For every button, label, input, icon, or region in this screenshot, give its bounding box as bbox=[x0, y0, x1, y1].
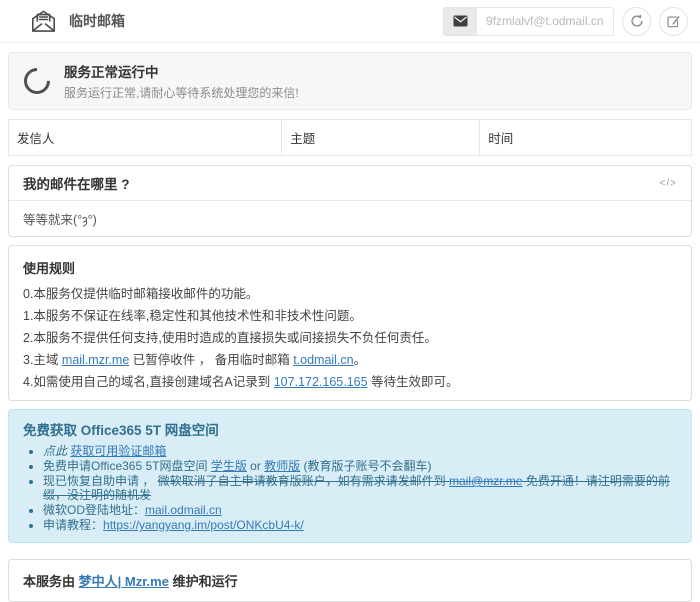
spinner-icon bbox=[19, 63, 56, 100]
inline-text: 申请教程： bbox=[43, 518, 103, 532]
refresh-button[interactable] bbox=[622, 7, 651, 36]
inline-link[interactable]: 学生版 bbox=[211, 459, 247, 473]
rule-item: 0.本服务仅提供临时邮箱接收邮件的功能。 bbox=[23, 287, 677, 302]
inline-text: 本服务由 bbox=[23, 574, 79, 589]
rule-item: 1.本服务不保证在线率,稳定性和其他技术性和非技术性问题。 bbox=[23, 309, 677, 324]
service-status-panel: 服务正常运行中 服务运行正常,请耐心等待系统处理您的来信! bbox=[8, 52, 692, 110]
where-is-my-mail-panel: 我的邮件在哪里 ? </> 等等就来(°ȝ°) bbox=[8, 165, 692, 237]
main-content: 服务正常运行中 服务运行正常,请耐心等待系统处理您的来信! 发信人 主题 时间 … bbox=[0, 43, 700, 602]
inline-text: 。 bbox=[354, 353, 367, 367]
code-icon[interactable]: </> bbox=[660, 178, 677, 189]
status-subtitle: 服务运行正常,请耐心等待系统处理您的来信! bbox=[64, 84, 299, 101]
open-envelope-icon bbox=[30, 8, 57, 35]
column-subject: 主题 bbox=[282, 120, 480, 156]
rules-title: 使用规则 bbox=[23, 258, 677, 277]
promo-item: 微软OD登陆地址：mail.odmail.cn bbox=[43, 503, 677, 517]
edit-icon bbox=[667, 14, 681, 28]
inline-link[interactable]: mail@mzr.me bbox=[449, 474, 523, 488]
inline-link[interactable]: 教师版 bbox=[264, 459, 300, 473]
inline-text: 4.如需使用自己的域名,直接创建域名A记录到 bbox=[23, 375, 274, 389]
inline-link[interactable]: t.odmail.cn bbox=[293, 353, 353, 367]
inline-link[interactable]: mail.odmail.cn bbox=[145, 503, 222, 517]
refresh-icon bbox=[630, 14, 644, 28]
email-address-group bbox=[443, 7, 688, 36]
inline-text: 3.主域 bbox=[23, 353, 62, 367]
inline-text: 0.本服务仅提供临时邮箱接收邮件的功能。 bbox=[23, 287, 258, 301]
where-panel-body: 等等就来(°ȝ°) bbox=[9, 201, 691, 236]
promo-item: 点此 获取可用验证邮箱 bbox=[43, 444, 677, 458]
office365-promo-panel: 免费获取 Office365 5T 网盘空间 点此 获取可用验证邮箱 免费申请O… bbox=[8, 409, 692, 543]
inline-text: 现已恢复自助申请 ， bbox=[43, 474, 158, 488]
rule-item: 4.如需使用自己的域名,直接创建域名A记录到 107.172.165.165 等… bbox=[23, 375, 677, 390]
usage-rules-panel: 使用规则 0.本服务仅提供临时邮箱接收邮件的功能。 1.本服务不保证在线率,稳定… bbox=[8, 245, 692, 401]
inline-text: 免费申请Office365 5T网盘空间 bbox=[43, 459, 211, 473]
promo-item: 免费申请Office365 5T网盘空间 学生版 or 教师版 (教育版子账号不… bbox=[43, 459, 677, 473]
navbar: 临时邮箱 bbox=[0, 0, 700, 43]
edit-address-button[interactable] bbox=[659, 7, 688, 36]
inline-link[interactable]: 107.172.165.165 bbox=[274, 375, 368, 389]
email-address-input[interactable] bbox=[476, 7, 614, 36]
app-title: 临时邮箱 bbox=[69, 11, 125, 31]
inline-text: or bbox=[247, 459, 264, 473]
inline-link[interactable]: 梦中人| Mzr.me bbox=[79, 574, 169, 589]
envelope-icon bbox=[443, 7, 476, 36]
inline-text: (教育版子账号不会翻车) bbox=[300, 459, 431, 473]
promo-item: 现已恢复自助申请 ， 微软取消了自主申请教育版账户，如有需求请发邮件到 mail… bbox=[43, 474, 677, 502]
promo-item: 申请教程：https://yangyang.im/post/ONKcbU4-k/ bbox=[43, 518, 677, 532]
inline-text: 2.本服务不提供任何支持,使用时造成的直接损失或间接损失不负任何责任。 bbox=[23, 331, 437, 345]
inline-link[interactable]: 获取可用验证邮箱 bbox=[70, 444, 166, 458]
inline-text: 点此 bbox=[43, 444, 70, 458]
rule-item: 3.主域 mail.mzr.me 已暂停收件 ， 备用临时邮箱 t.odmail… bbox=[23, 353, 677, 368]
column-sender: 发信人 bbox=[9, 120, 282, 156]
status-title: 服务正常运行中 bbox=[64, 61, 299, 81]
inline-link[interactable]: https://yangyang.im/post/ONKcbU4-k/ bbox=[103, 518, 304, 532]
office365-title: 免费获取 Office365 5T 网盘空间 bbox=[23, 419, 677, 439]
inline-text: 微软OD登陆地址： bbox=[43, 503, 145, 517]
inline-text: 微软取消了自主申请教育版账户，如有需求请发邮件到 bbox=[158, 474, 449, 488]
footer-credit-panel: 本服务由 梦中人| Mzr.me 维护和运行 bbox=[8, 559, 692, 602]
inline-text: 等待生效即可。 bbox=[368, 375, 459, 389]
inline-text: 已暂停收件 ， 备用临时邮箱 bbox=[129, 353, 293, 367]
inbox-header-row: 发信人 主题 时间 bbox=[9, 120, 692, 156]
where-panel-title: 我的邮件在哪里 ? bbox=[23, 173, 130, 193]
inline-link[interactable]: mail.mzr.me bbox=[62, 353, 129, 367]
inline-text: 1.本服务不保证在线率,稳定性和其他技术性和非技术性问题。 bbox=[23, 309, 362, 323]
inline-text: 维护和运行 bbox=[169, 574, 238, 589]
rule-item: 2.本服务不提供任何支持,使用时造成的直接损失或间接损失不负任何责任。 bbox=[23, 331, 677, 346]
inbox-table: 发信人 主题 时间 bbox=[8, 119, 692, 156]
column-time: 时间 bbox=[480, 120, 692, 156]
